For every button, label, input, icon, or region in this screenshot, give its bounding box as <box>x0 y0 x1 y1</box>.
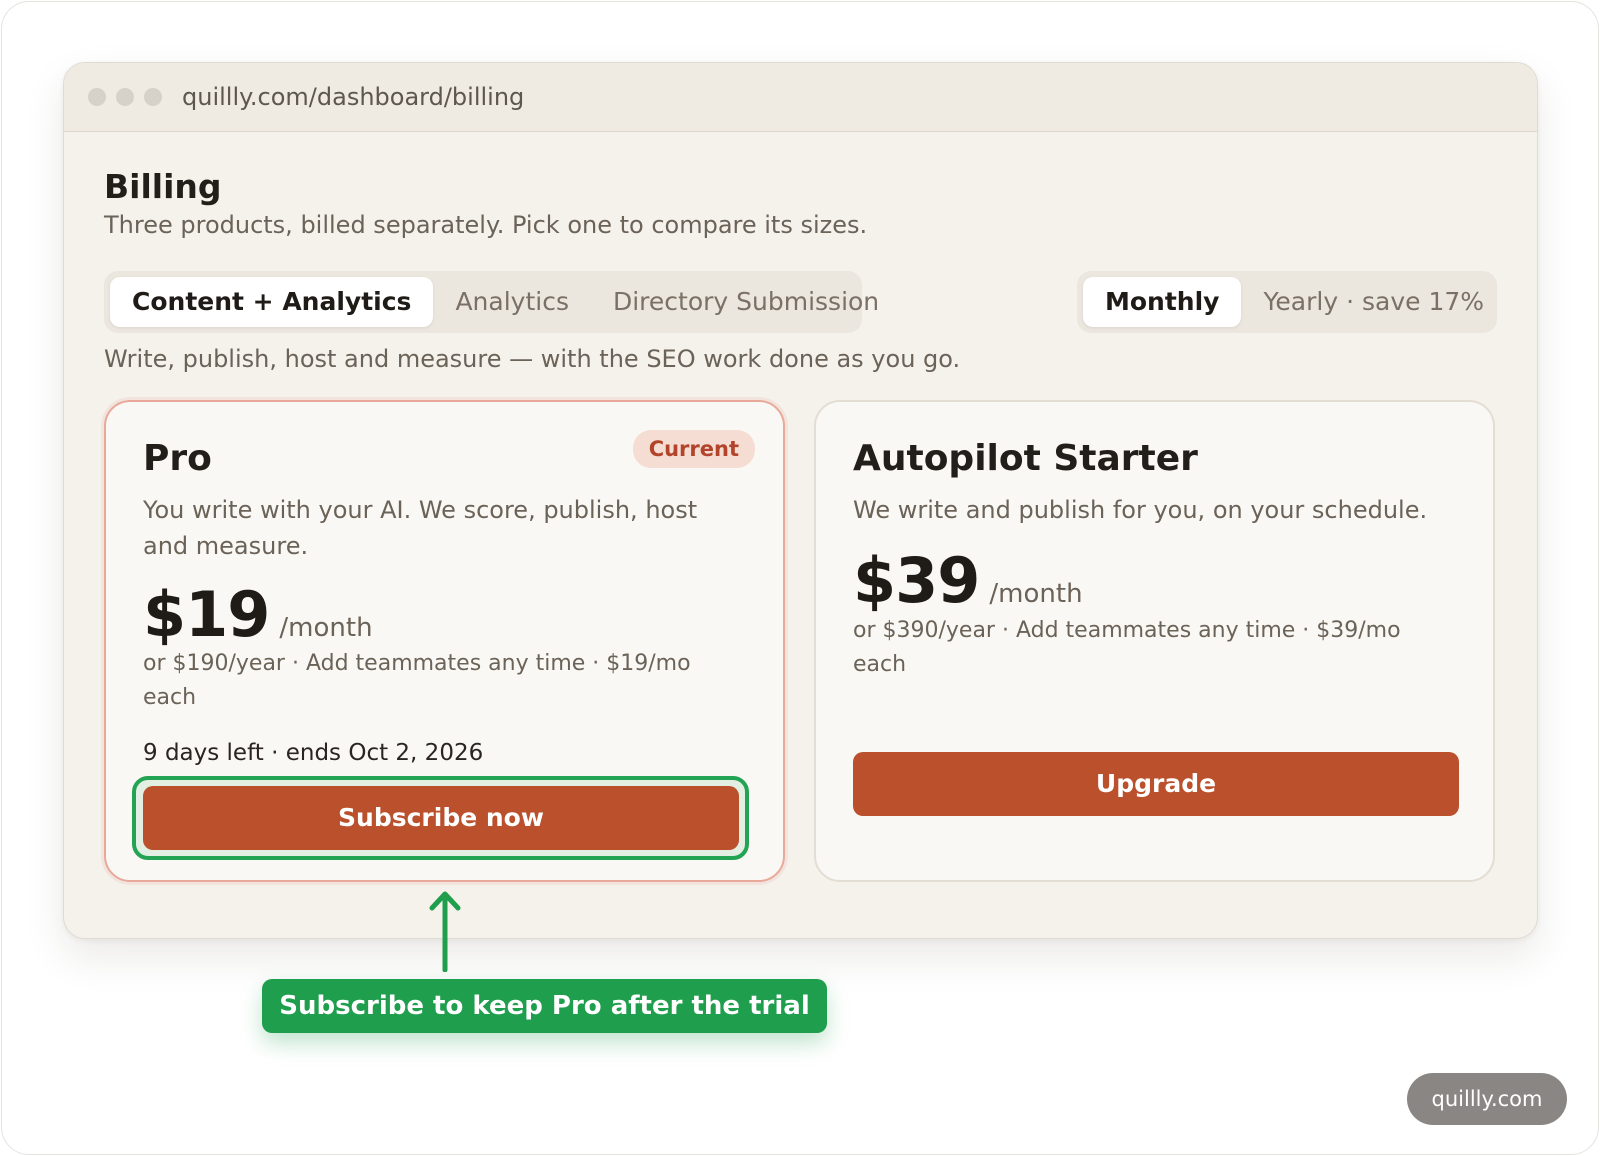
window-minimize-dot[interactable] <box>116 88 134 106</box>
callout-annotation: Subscribe to keep Pro after the trial <box>262 979 827 1033</box>
tab-content-analytics[interactable]: Content + Analytics <box>110 277 434 327</box>
plan-card-pro: Current Pro You write with your AI. We s… <box>104 400 785 882</box>
browser-window: quillly.com/dashboard/billing Billing Th… <box>63 62 1538 939</box>
billing-period-toggle: Monthly Yearly · save 17% <box>1077 271 1497 333</box>
price-row: $19 /month <box>143 578 373 651</box>
period-monthly[interactable]: Monthly <box>1083 277 1242 327</box>
plan-description: You write with your AI. We score, publis… <box>143 496 698 560</box>
price-row: $39 /month <box>853 544 1083 617</box>
plan-card-autopilot-starter: Autopilot Starter We write and publish f… <box>814 400 1495 882</box>
window-close-dot[interactable] <box>88 88 106 106</box>
plan-price: $39 <box>853 544 980 617</box>
upgrade-button[interactable]: Upgrade <box>853 752 1459 816</box>
arrow-up-icon <box>429 891 461 972</box>
period-yearly[interactable]: Yearly · save 17% <box>1241 277 1506 327</box>
price-note: or $390/year · Add teammates any time · … <box>853 618 1401 677</box>
price-note: or $190/year · Add teammates any time · … <box>143 651 691 710</box>
address-bar-url[interactable]: quillly.com/dashboard/billing <box>182 79 524 115</box>
price-period: /month <box>279 613 373 643</box>
price-period: /month <box>989 579 1083 609</box>
trial-status: 9 days left · ends Oct 2, 2026 <box>143 740 484 766</box>
product-tabs: Content + Analytics Analytics Directory … <box>104 271 879 333</box>
product-description: Write, publish, host and measure — with … <box>104 345 961 373</box>
tab-analytics[interactable]: Analytics <box>433 277 591 327</box>
current-plan-badge: Current <box>632 430 755 468</box>
plan-price: $19 <box>143 578 270 651</box>
page-subtitle: Three products, billed separately. Pick … <box>104 211 868 239</box>
subscribe-now-button[interactable]: Subscribe now <box>143 786 739 850</box>
tab-directory-submission[interactable]: Directory Submission <box>591 277 901 327</box>
plan-name: Pro <box>143 438 212 479</box>
browser-titlebar: quillly.com/dashboard/billing <box>64 63 1537 132</box>
plan-description: We write and publish for you, on your sc… <box>853 496 1428 524</box>
plan-name: Autopilot Starter <box>853 438 1198 479</box>
window-maximize-dot[interactable] <box>144 88 162 106</box>
site-watermark: quillly.com <box>1407 1073 1567 1125</box>
page-title: Billing <box>104 167 222 206</box>
